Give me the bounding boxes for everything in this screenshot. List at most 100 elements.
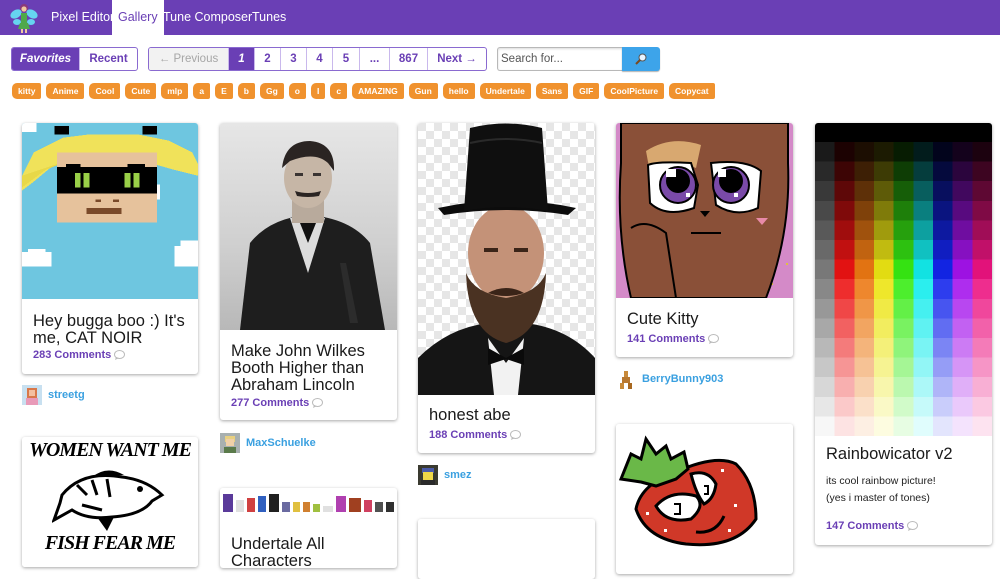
page-button-867[interactable]: 867 — [390, 48, 428, 70]
tab-tune-composer[interactable]: Tune Composer — [157, 0, 258, 35]
speech-bubble-icon — [312, 398, 324, 411]
sort-favorites-button[interactable]: Favorites — [12, 48, 80, 70]
gallery-card[interactable]: Hey bugga boo :) It's me, CAT NOIR 283 C… — [22, 123, 198, 374]
author-name[interactable]: streetg — [48, 389, 85, 401]
card-image-cute-kitty[interactable] — [616, 123, 793, 298]
tag-list: kitty Anime Cool Cute mlp a Eb Gg o Ic AMAZING Gun h… — [12, 83, 715, 99]
author-link[interactable]: smez — [418, 465, 472, 485]
tab-tunes[interactable]: Tunes — [246, 0, 292, 35]
comments-link[interactable]: 277 Comments — [231, 397, 324, 411]
tag-a[interactable]: a — [193, 83, 211, 99]
gallery-card[interactable] — [616, 424, 793, 574]
tag-c[interactable]: c — [330, 83, 348, 99]
page-button-1[interactable]: 1 — [229, 48, 255, 70]
comment-count: 188 Comments — [429, 429, 508, 441]
search-input[interactable] — [497, 47, 623, 71]
card-title[interactable]: Make John Wilkes Booth Higher than Abrah… — [231, 343, 391, 394]
tag-b[interactable]: b — [237, 83, 255, 99]
gallery-card[interactable]: WOMEN WANT ME FISH FEAR ME — [22, 437, 198, 567]
avatar — [616, 369, 636, 389]
fairy-logo-icon[interactable] — [10, 2, 38, 34]
comments-link[interactable]: 141 Comments — [627, 333, 720, 347]
card-image-cat-noir[interactable] — [22, 123, 198, 299]
gallery-card[interactable]: honest abe 188 Comments — [418, 123, 595, 453]
sort-recent-button[interactable]: Recent — [80, 48, 137, 70]
speech-bubble-icon — [114, 350, 126, 363]
page-ellipsis: ... — [360, 48, 390, 70]
speech-bubble-icon — [907, 521, 919, 534]
tag-gun[interactable]: Gun — [408, 83, 438, 99]
comments-link[interactable]: 147 Comments — [826, 520, 919, 534]
previous-page-button[interactable]: ← Previous — [149, 48, 229, 70]
sort-toggle: Favorites Recent — [11, 47, 138, 71]
author-link[interactable]: MaxSchuelke — [220, 433, 316, 453]
comment-count: 147 Comments — [826, 520, 905, 532]
next-page-button[interactable]: Next → — [428, 48, 486, 70]
card-image-strawberry[interactable] — [616, 424, 793, 559]
page-button-3[interactable]: 3 — [281, 48, 307, 70]
card-image-undertale-sprites[interactable] — [220, 488, 397, 518]
page-button-2[interactable]: 2 — [255, 48, 281, 70]
search-button[interactable] — [622, 47, 660, 71]
comment-count: 283 Comments — [33, 349, 112, 361]
tag-kitty[interactable]: kitty — [12, 83, 42, 99]
meme-text-top: WOMEN WANT ME — [29, 439, 192, 461]
card-title[interactable]: Rainbowicator v2 — [826, 446, 986, 463]
card-title[interactable]: honest abe — [429, 407, 589, 424]
card-title[interactable]: Hey bugga boo :) It's me, CAT NOIR — [33, 313, 193, 347]
card-title[interactable]: Cute Kitty — [627, 311, 787, 328]
tag-cool[interactable]: Cool — [89, 83, 121, 99]
page-button-4[interactable]: 4 — [307, 48, 333, 70]
tag-cute[interactable]: Cute — [125, 83, 157, 99]
author-name[interactable]: smez — [444, 469, 472, 481]
card-image-booth-photo[interactable] — [220, 123, 397, 330]
tag-hello[interactable]: hello — [442, 83, 475, 99]
description-line: its cool rainbow picture! — [826, 475, 936, 487]
gallery-card[interactable]: Make John Wilkes Booth Higher than Abrah… — [220, 123, 397, 420]
comments-link[interactable]: 188 Comments — [429, 429, 522, 443]
avatar — [22, 385, 42, 405]
card-title[interactable]: Undertale All Characters — [231, 536, 391, 569]
tag-o[interactable]: o — [288, 83, 306, 99]
author-link[interactable]: BerryBunny903 — [616, 369, 723, 389]
tag-undertale[interactable]: Undertale — [479, 83, 531, 99]
top-nav: Pixel Editor Gallery Tune Composer Tunes — [0, 0, 1000, 37]
gallery-card[interactable] — [418, 519, 595, 579]
search-bar — [497, 47, 660, 71]
card-description: its cool rainbow picture! (yes i master … — [826, 473, 936, 507]
author-link[interactable]: streetg — [22, 385, 85, 405]
tag-gif[interactable]: GIF — [573, 83, 600, 99]
page-button-5[interactable]: 5 — [333, 48, 360, 70]
tag-i[interactable]: I — [311, 83, 326, 99]
tab-gallery[interactable]: Gallery — [112, 0, 164, 37]
tag-coolpicture[interactable]: CoolPicture — [604, 83, 665, 99]
gallery-card[interactable]: Cute Kitty 141 Comments — [616, 123, 793, 357]
tag-copycat[interactable]: Copycat — [669, 83, 715, 99]
tab-pixel-editor[interactable]: Pixel Editor — [45, 0, 120, 35]
card-image-rainbow-palette[interactable] — [815, 123, 992, 436]
speech-bubble-icon — [510, 430, 522, 443]
tag-amazing[interactable]: AMAZING — [352, 83, 404, 99]
gallery-card[interactable]: Rainbowicator v2 its cool rainbow pictur… — [815, 123, 992, 545]
card-image-blank[interactable] — [418, 519, 595, 559]
avatar — [220, 433, 240, 453]
description-line: (yes i master of tones) — [826, 492, 930, 504]
meme-text-bottom: FISH FEAR ME — [44, 532, 176, 554]
author-name[interactable]: MaxSchuelke — [246, 437, 316, 449]
comment-count: 277 Comments — [231, 397, 310, 409]
author-name[interactable]: BerryBunny903 — [642, 373, 723, 385]
gallery-card[interactable]: Undertale All Characters — [220, 488, 397, 568]
tag-gg[interactable]: Gg — [259, 83, 284, 99]
tag-mlp[interactable]: mlp — [161, 83, 189, 99]
comment-count: 141 Comments — [627, 333, 706, 345]
pagination: ← Previous 1 2 3 4 5 ... 867 Next → — [148, 47, 487, 71]
card-image-honest-abe[interactable] — [418, 123, 595, 395]
tag-sans[interactable]: Sans — [535, 83, 569, 99]
avatar — [418, 465, 438, 485]
tag-e[interactable]: E — [215, 83, 233, 99]
card-image-fish-meme[interactable]: WOMEN WANT ME FISH FEAR ME — [22, 437, 198, 567]
comments-link[interactable]: 283 Comments — [33, 349, 126, 363]
speech-bubble-icon — [708, 334, 720, 347]
magnifier-icon — [635, 53, 647, 65]
tag-anime[interactable]: Anime — [46, 83, 85, 99]
